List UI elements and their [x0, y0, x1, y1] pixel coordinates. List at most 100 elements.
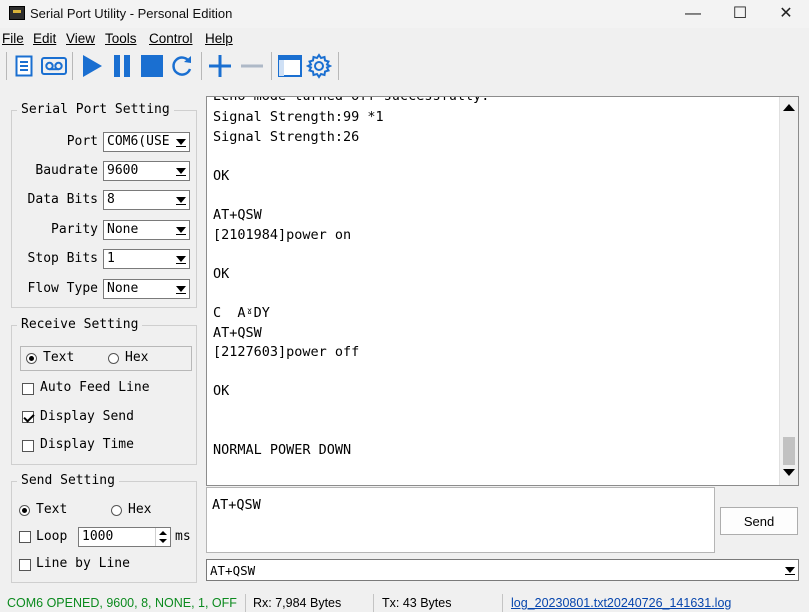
settings-icon[interactable] — [305, 51, 333, 81]
loop-interval-value: 1000 — [82, 529, 114, 544]
loop-interval-stepper[interactable]: 1000 — [78, 527, 171, 547]
auto-feed-line-label[interactable]: Auto Feed Line — [40, 380, 150, 395]
display-time-checkbox[interactable] — [22, 440, 34, 452]
receive-line: OK — [213, 383, 230, 400]
receive-line: Signal Strength:26 — [213, 128, 360, 145]
stop-bits-label: Stop Bits — [27, 251, 98, 266]
remove-icon[interactable] — [238, 51, 266, 81]
minimize-button[interactable]: — — [670, 0, 716, 28]
receive-line: [2101984]power on — [213, 226, 352, 243]
data-bits-label: Data Bits — [27, 192, 98, 207]
menu-edit[interactable]: Edit — [33, 31, 56, 46]
scroll-down-icon[interactable] — [783, 469, 795, 476]
baudrate-select[interactable]: 9600 — [103, 161, 190, 181]
send-text-radio[interactable] — [19, 505, 30, 516]
parity-value: None — [107, 222, 139, 237]
send-setting-title: Send Setting — [17, 473, 119, 488]
line-by-line-label[interactable]: Line by Line — [36, 556, 130, 571]
toolbar — [0, 49, 809, 83]
receive-line-partial: Echo mode turned off successfully. — [213, 96, 490, 104]
loop-label[interactable]: Loop — [36, 529, 67, 544]
receive-text-label[interactable]: Text — [43, 350, 74, 365]
menu-control[interactable]: Control — [149, 31, 193, 46]
display-send-checkbox[interactable] — [22, 411, 34, 423]
flow-type-value: None — [107, 281, 139, 296]
send-history-value: AT+QSW — [210, 563, 256, 578]
send-text-value: AT+QSW — [212, 497, 261, 513]
send-hex-label[interactable]: Hex — [128, 502, 151, 517]
receive-line: NORMAL POWER DOWN — [213, 442, 352, 459]
data-bits-value: 8 — [107, 192, 115, 207]
receive-text-radio[interactable] — [26, 353, 37, 364]
receive-line: C AˠDY — [213, 305, 270, 321]
receive-scrollbar[interactable] — [779, 97, 798, 485]
chevron-down-icon — [780, 560, 798, 580]
receive-hex-label[interactable]: Hex — [125, 350, 148, 365]
chevron-down-icon — [172, 191, 189, 209]
stop-bits-select[interactable]: 1 — [103, 249, 190, 269]
flow-type-label: Flow Type — [27, 281, 98, 296]
flow-type-select[interactable]: None — [103, 279, 190, 299]
refresh-icon[interactable] — [168, 51, 196, 81]
add-icon[interactable] — [206, 51, 234, 81]
auto-feed-line-checkbox[interactable] — [22, 383, 34, 395]
play-icon[interactable] — [78, 51, 106, 81]
close-button[interactable]: ✕ — [763, 0, 809, 28]
send-hex-radio[interactable] — [111, 505, 122, 516]
menu-help[interactable]: Help — [205, 31, 233, 46]
send-history-select[interactable]: AT+QSW — [206, 559, 799, 581]
receive-text-area[interactable]: Echo mode turned off successfully. Signa… — [206, 96, 799, 486]
scroll-thumb[interactable] — [783, 437, 795, 465]
display-time-label[interactable]: Display Time — [40, 437, 134, 452]
menu-tools[interactable]: Tools — [105, 31, 137, 46]
receive-line: AT+QSW — [213, 207, 262, 223]
port-value: COM6(USE — [107, 134, 170, 149]
app-icon — [9, 6, 25, 20]
send-button[interactable]: Send — [720, 507, 798, 535]
port-label: Port — [66, 134, 98, 149]
parity-select[interactable]: None — [103, 220, 190, 240]
toolbar-separator — [201, 52, 202, 80]
line-by-line-checkbox[interactable] — [19, 559, 31, 571]
toolbar-separator — [338, 52, 339, 80]
chevron-down-icon — [172, 280, 189, 298]
send-text-input[interactable]: AT+QSW — [206, 487, 715, 553]
serial-port-setting-title: Serial Port Setting — [17, 102, 174, 117]
chevron-down-icon — [172, 162, 189, 180]
loop-checkbox[interactable] — [19, 531, 31, 543]
chevron-down-icon — [172, 221, 189, 239]
window-title: Serial Port Utility - Personal Edition — [30, 6, 233, 21]
receive-line: [2127603]power off — [213, 344, 360, 361]
toolbar-separator — [6, 52, 7, 80]
menu-view[interactable]: View — [66, 31, 95, 46]
port-select[interactable]: COM6(USE — [103, 132, 190, 152]
chevron-down-icon — [172, 250, 189, 268]
data-bits-select[interactable]: 8 — [103, 190, 190, 210]
scroll-up-icon[interactable] — [783, 104, 795, 111]
send-text-label[interactable]: Text — [36, 502, 67, 517]
loop-unit: ms — [175, 529, 191, 544]
document-icon[interactable] — [10, 51, 38, 81]
stepper-arrows-icon[interactable] — [155, 528, 170, 546]
menu-bar: File Edit View Tools Control Help — [0, 29, 809, 49]
parity-label: Parity — [51, 222, 98, 237]
receive-line: AT+QSW — [213, 324, 262, 341]
receive-line: OK — [213, 265, 230, 282]
tx-count: Tx: 43 Bytes — [379, 594, 503, 612]
display-send-label[interactable]: Display Send — [40, 409, 134, 424]
receive-line: OK — [213, 167, 230, 184]
stop-bits-value: 1 — [107, 251, 115, 266]
menu-file[interactable]: File — [2, 31, 24, 46]
maximize-button[interactable]: ☐ — [717, 0, 763, 28]
receive-hex-radio[interactable] — [108, 353, 119, 364]
rx-count: Rx: 7,984 Bytes — [250, 594, 374, 612]
baudrate-label: Baudrate — [35, 163, 98, 178]
window-icon[interactable] — [276, 51, 304, 81]
record-icon[interactable] — [40, 51, 68, 81]
stop-icon[interactable] — [138, 51, 166, 81]
receive-setting-title: Receive Setting — [17, 317, 143, 332]
port-status: COM6 OPENED, 9600, 8, NONE, 1, OFF — [4, 594, 246, 612]
receive-line: Signal Strength:99 *1 — [213, 109, 384, 125]
log-file-link[interactable]: log_20230801.txt20240726_141631.log — [508, 594, 758, 612]
pause-icon[interactable] — [108, 51, 136, 81]
